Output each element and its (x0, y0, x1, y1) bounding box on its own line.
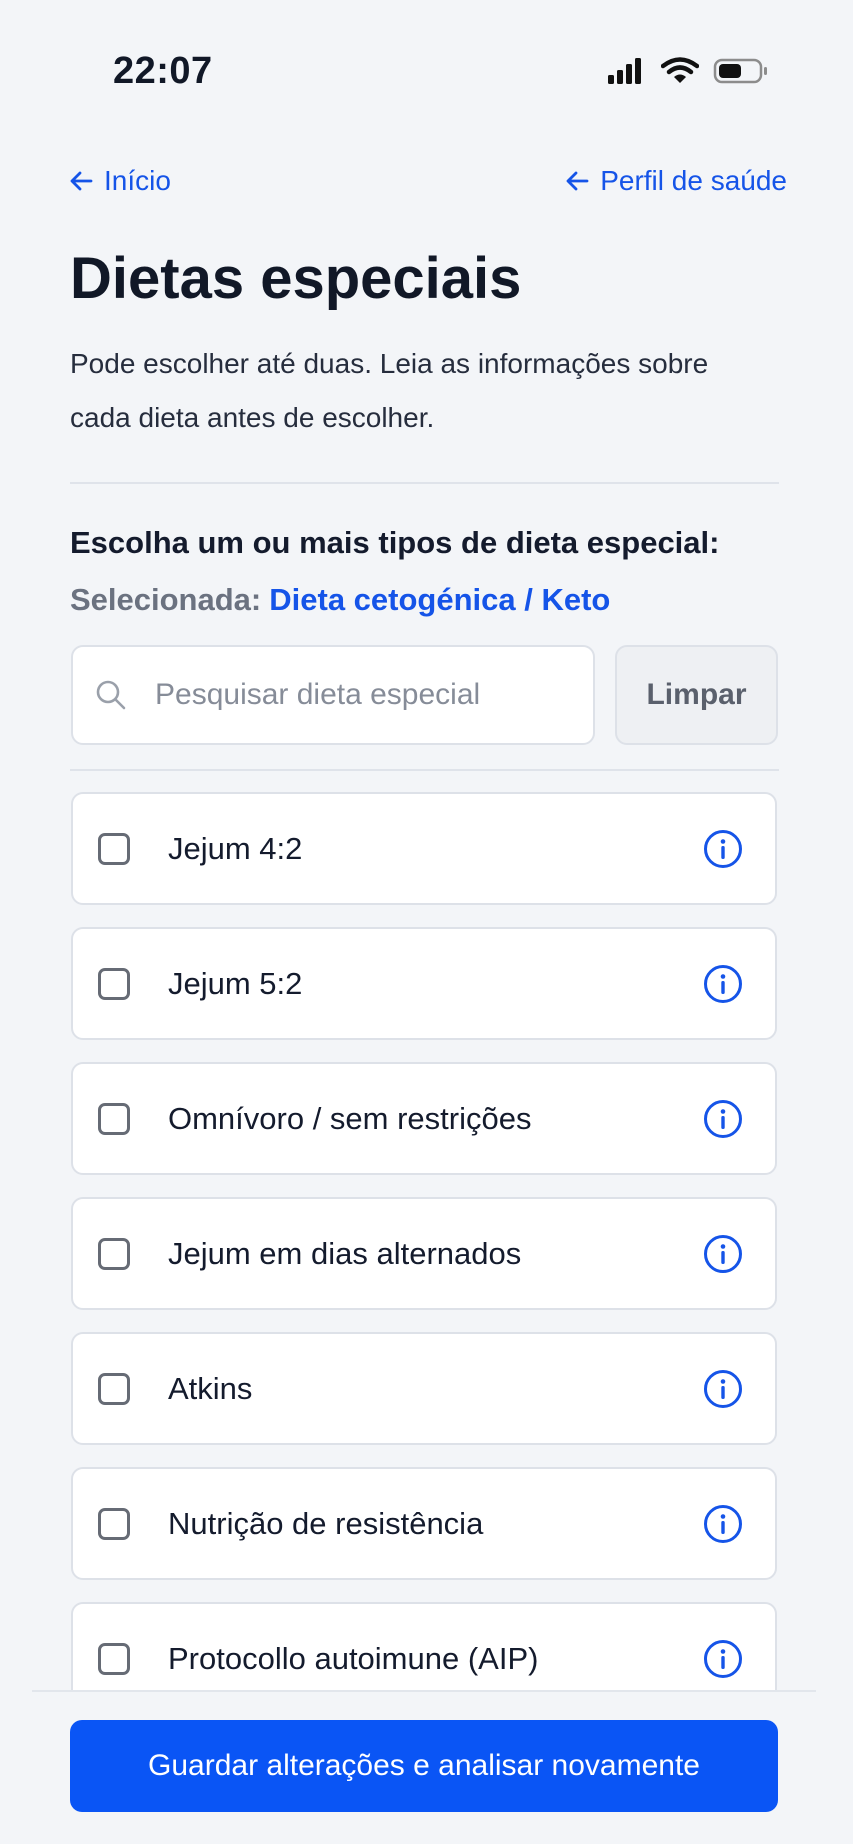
footer-divider (32, 1690, 816, 1692)
status-icons (607, 56, 769, 86)
page-title: Dietas especiais (70, 246, 522, 311)
arrow-left-icon (70, 171, 93, 191)
search-input[interactable] (153, 677, 577, 713)
selected-prefix: Selecionada: (70, 582, 262, 617)
diet-label: Omnívoro / sem restrições (168, 1100, 532, 1136)
diet-label: Jejum em dias alternados (168, 1235, 522, 1271)
diet-checkbox[interactable] (98, 1237, 130, 1270)
search-box[interactable] (71, 645, 595, 745)
section-heading: Escolha um ou mais tipos de dieta especi… (70, 525, 720, 560)
status-bar: 22:07 (0, 0, 853, 140)
info-icon[interactable] (703, 1639, 743, 1679)
diet-option[interactable]: Atkins (71, 1332, 777, 1445)
clear-button[interactable]: Limpar (615, 645, 778, 745)
diet-checkbox[interactable] (98, 1642, 130, 1675)
diet-checkbox[interactable] (98, 1102, 130, 1135)
diet-checkbox[interactable] (98, 832, 130, 865)
selected-summary: Selecionada: Dieta cetogénica / Keto (70, 582, 610, 618)
diet-option[interactable]: Protocollo autoimune (AIP) (71, 1602, 777, 1690)
health-profile-link[interactable]: Perfil de saúde (564, 165, 787, 197)
intro-line-1: Pode escolher até duas. Leia as informaç… (70, 348, 709, 379)
diet-label: Jejum 5:2 (168, 965, 303, 1001)
diet-label: Atkins (168, 1370, 253, 1406)
wifi-icon (661, 57, 699, 83)
divider (70, 482, 779, 484)
battery-icon (713, 58, 767, 84)
info-icon[interactable] (703, 1369, 743, 1409)
diet-checkbox[interactable] (98, 1372, 130, 1405)
info-icon[interactable] (703, 1504, 743, 1544)
search-icon (96, 680, 126, 710)
back-to-home-link[interactable]: Início (68, 165, 171, 197)
cellular-signal-icon (608, 58, 641, 84)
diet-checkbox[interactable] (98, 967, 130, 1000)
top-navigation: Início Perfil de saúde (0, 165, 853, 215)
diet-label: Jejum 4:2 (168, 830, 303, 866)
diet-option[interactable]: Omnívoro / sem restrições (71, 1062, 777, 1175)
intro-line-2: cada dieta antes de escolher. (70, 402, 435, 433)
diet-option[interactable]: Nutrição de resistência (71, 1467, 777, 1580)
diet-option[interactable]: Jejum em dias alternados (71, 1197, 777, 1310)
info-icon[interactable] (703, 1234, 743, 1274)
info-icon[interactable] (703, 1099, 743, 1139)
diet-label: Protocollo autoimune (AIP) (168, 1640, 539, 1676)
diet-list: Jejum 4:2 Jejum 5:2 Omnívoro / sem restr… (71, 792, 777, 1690)
diet-checkbox[interactable] (98, 1507, 130, 1540)
diet-option[interactable]: Jejum 4:2 (71, 792, 777, 905)
arrow-left-icon (566, 171, 589, 191)
back-link-label: Início (104, 165, 171, 196)
status-time: 22:07 (113, 50, 213, 92)
info-icon[interactable] (703, 829, 743, 869)
info-icon[interactable] (703, 964, 743, 1004)
save-and-reanalyze-button[interactable]: Guardar alterações e analisar novamente (70, 1720, 778, 1812)
divider (70, 769, 779, 771)
diet-label: Nutrição de resistência (168, 1505, 484, 1541)
selected-diet-value: Dieta cetogénica / Keto (269, 582, 611, 617)
health-profile-label: Perfil de saúde (600, 165, 787, 196)
intro-text: Pode escolher até duas. Leia as informaç… (70, 337, 770, 445)
diet-option[interactable]: Jejum 5:2 (71, 927, 777, 1040)
